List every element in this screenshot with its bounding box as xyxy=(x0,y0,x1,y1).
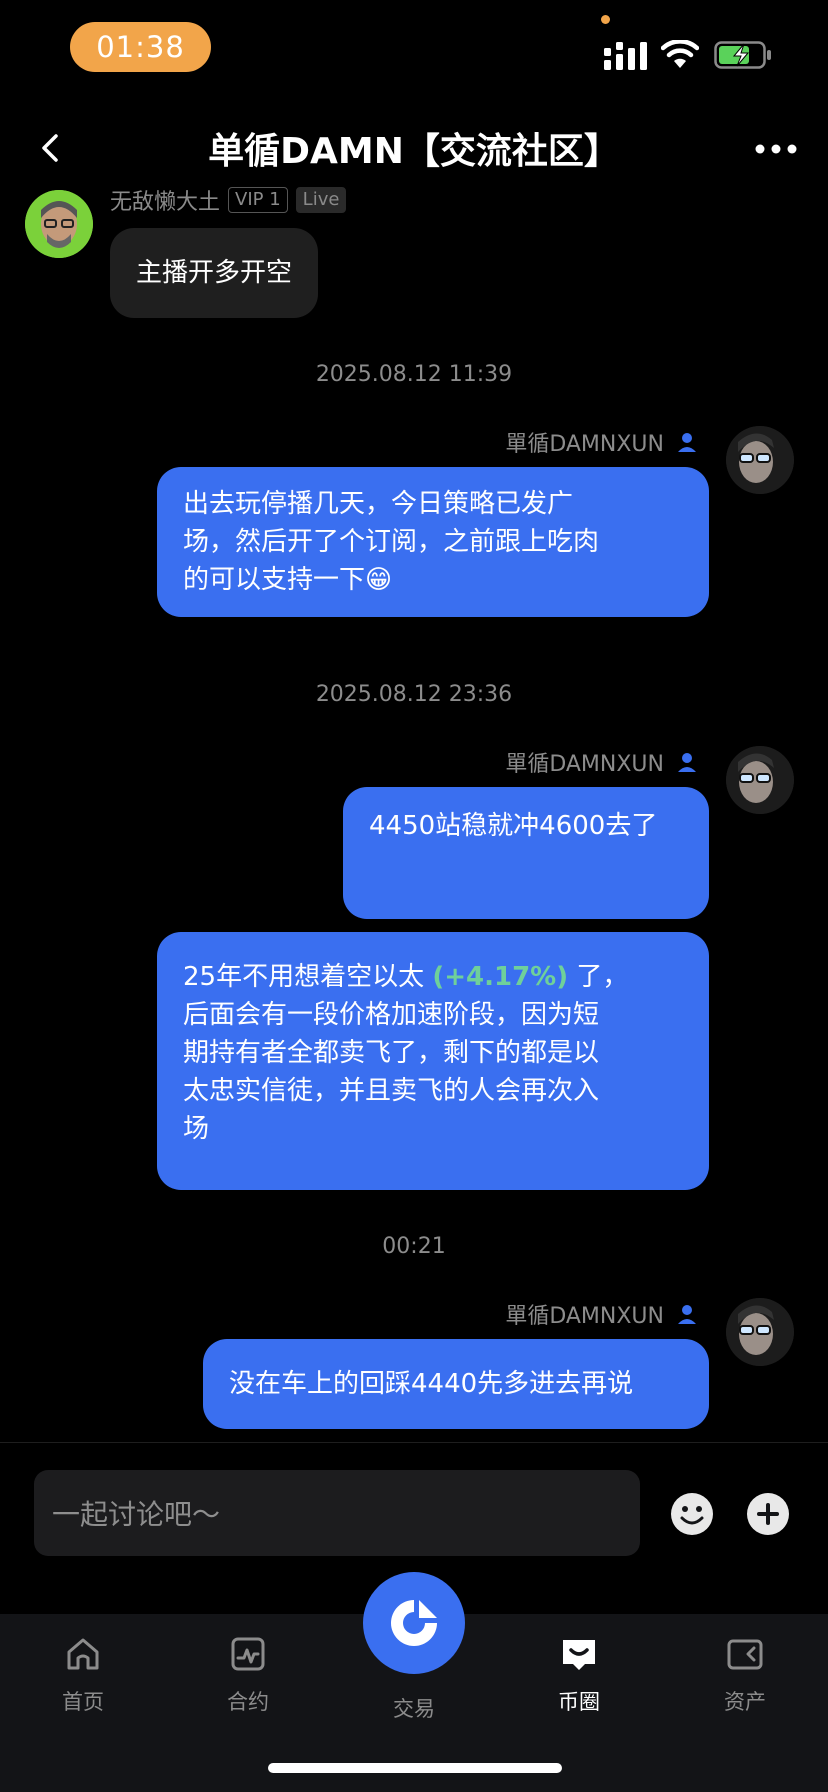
chat-message-list[interactable]: 无敌懒大土 VIP 1 Live 主播开多开空 2025.08.12 11:39… xyxy=(0,180,828,1442)
message-line: 出去玩停播几天，今日策略已发广 xyxy=(183,489,574,519)
message-bubble[interactable]: 主播开多开空 xyxy=(110,228,319,318)
message-text: 主播开多开空 xyxy=(136,258,293,288)
ellipsis-icon[interactable] xyxy=(754,142,798,156)
message-line: 太忠实信徒，并且卖飞的人会再次入 xyxy=(183,1076,600,1106)
price-change-link[interactable]: (+4.17%) xyxy=(432,962,568,992)
message-timestamp: 2025.08.12 11:39 xyxy=(315,362,513,387)
tab-assets[interactable]: 资产 xyxy=(690,1634,800,1716)
message-line: 场 xyxy=(183,1114,210,1144)
tab-label: 合约 xyxy=(227,1690,269,1714)
message-timestamp: 00:21 xyxy=(382,1234,446,1259)
sender-name: 單循DAMNXUN xyxy=(505,1304,664,1329)
message-bubble[interactable]: 没在车上的回踩4440先多进去再说 xyxy=(203,1339,709,1429)
avatar[interactable] xyxy=(25,190,93,258)
wallet-icon xyxy=(727,1639,763,1670)
sender-info: 无敌懒大土 VIP 1 Live xyxy=(110,184,347,216)
user-icon xyxy=(678,1305,696,1324)
user-portrait-icon xyxy=(726,746,794,814)
message-bubble[interactable]: 25年不用想着空以太 (+4.17%) 了， 后面会有一段价格加速阶段，因为短 … xyxy=(157,932,709,1190)
community-icon xyxy=(563,1640,595,1670)
trade-button[interactable] xyxy=(363,1572,465,1674)
message-line: 25年不用想着空以太 (+4.17%) 了， xyxy=(183,958,683,996)
sender-info: 單循DAMNXUN xyxy=(505,1298,698,1330)
sender-name: 單循DAMNXUN xyxy=(505,752,664,777)
live-badge: Live xyxy=(295,187,347,213)
tab-label[interactable]: 交易 xyxy=(359,1693,469,1723)
page-title: 单循DAMN【交流社区】 xyxy=(208,131,620,172)
camera-indicator-dot xyxy=(601,15,610,24)
message-text: 没在车上的回踩4440先多进去再说 xyxy=(229,1369,634,1399)
user-portrait-icon xyxy=(726,1298,794,1366)
message-line: 场，然后开了个订阅，之前跟上吃肉 xyxy=(183,527,600,557)
input-placeholder: 一起讨论吧～ xyxy=(52,1498,221,1531)
home-indicator[interactable] xyxy=(268,1763,562,1773)
user-portrait-icon xyxy=(25,190,93,258)
wifi-icon xyxy=(661,40,699,68)
user-portrait-icon xyxy=(726,426,794,494)
chart-icon xyxy=(231,1637,265,1671)
home-icon xyxy=(67,1638,99,1670)
sender-name: 單循DAMNXUN xyxy=(505,432,664,457)
signal-icon xyxy=(604,42,647,70)
avatar[interactable] xyxy=(726,746,794,814)
emoji-icon[interactable] xyxy=(670,1492,714,1536)
avatar[interactable] xyxy=(726,1298,794,1366)
message-input[interactable]: 一起讨论吧～ xyxy=(34,1470,640,1556)
message-line: 后面会有一段价格加速阶段，因为短 xyxy=(183,1000,600,1030)
plus-icon[interactable] xyxy=(746,1492,790,1536)
message-bubble[interactable]: 出去玩停播几天，今日策略已发广 场，然后开了个订阅，之前跟上吃肉 的可以支持一下… xyxy=(157,467,709,617)
tab-label: 资产 xyxy=(724,1690,766,1714)
message-bubble[interactable]: 4450站稳就冲4600去了 xyxy=(343,787,709,919)
sender-info: 單循DAMNXUN xyxy=(505,426,698,458)
message-line: 期持有者全都卖飞了，剩下的都是以 xyxy=(183,1038,600,1068)
battery-charging-icon xyxy=(714,41,771,69)
message-text: 了， xyxy=(568,962,629,992)
tab-home[interactable]: 首页 xyxy=(28,1634,138,1716)
divider xyxy=(0,1442,828,1443)
sender-info: 單循DAMNXUN xyxy=(505,746,698,778)
user-icon xyxy=(678,753,696,772)
tab-label: 首页 xyxy=(62,1690,104,1714)
avatar[interactable] xyxy=(726,426,794,494)
tab-community[interactable]: 币圈 xyxy=(524,1634,634,1716)
navigation-bar: 单循DAMN【交流社区】 xyxy=(0,110,828,190)
tab-contract[interactable]: 合约 xyxy=(193,1634,303,1716)
message-timestamp: 2025.08.12 23:36 xyxy=(315,682,513,707)
user-icon xyxy=(678,433,696,452)
chevron-left-icon[interactable] xyxy=(36,128,66,168)
status-bar: 01:38 xyxy=(0,0,828,100)
message-line: 的可以支持一下😁 xyxy=(183,565,393,595)
message-text: 25年不用想着空以太 xyxy=(183,962,433,992)
sender-name: 无敌懒大土 xyxy=(110,190,221,215)
tab-label: 币圈 xyxy=(558,1690,600,1714)
vip-badge: VIP 1 xyxy=(228,187,288,213)
status-time: 01:38 xyxy=(70,22,211,72)
message-text: 4450站稳就冲4600去了 xyxy=(369,811,658,841)
trade-icon xyxy=(391,1600,437,1646)
